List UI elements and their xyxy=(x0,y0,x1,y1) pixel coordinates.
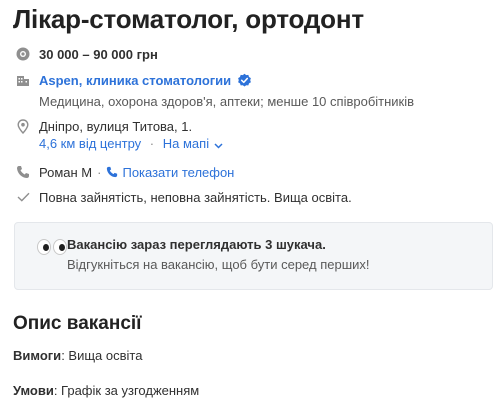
description-title: Опис вакансії xyxy=(13,313,142,334)
conditions-label: Умови xyxy=(13,383,54,398)
company-details: Медицина, охорона здоров'я, аптеки; менш… xyxy=(39,94,415,109)
viewers-notice: Вакансію зараз переглядають 3 шукача. Ві… xyxy=(14,222,493,290)
separator: · xyxy=(149,136,155,151)
building-icon xyxy=(15,72,31,88)
requirements-paragraph: Вимоги: Вища освіта xyxy=(13,348,142,363)
phone-icon xyxy=(15,164,31,180)
map-link-label: На мапі xyxy=(162,136,210,151)
map-link[interactable]: На мапі xyxy=(163,136,223,151)
show-phone-label: Показати телефон xyxy=(122,164,235,180)
separator: · xyxy=(97,164,102,180)
location-links: 4,6 км від центру · На мапі xyxy=(39,136,223,152)
salary-value: 30 000 – 90 000 грн xyxy=(39,46,158,62)
check-icon xyxy=(15,189,31,205)
employment-text: Повна зайнятість, неповна зайнятість. Ви… xyxy=(39,189,352,205)
show-phone-link[interactable]: Показати телефон xyxy=(106,165,234,180)
notice-title: Вакансію зараз переглядають 3 шукача. xyxy=(67,237,326,252)
distance-link[interactable]: 4,6 км від центру xyxy=(39,136,141,151)
eyes-icon xyxy=(37,239,69,255)
address-row: Дніпро, вулиця Титова, 1. xyxy=(15,118,192,134)
notice-text: Відгукніться на вакансію, щоб бути серед… xyxy=(67,257,370,272)
requirements-label: Вимоги xyxy=(13,348,62,363)
address-text: Дніпро, вулиця Титова, 1. xyxy=(39,118,193,134)
phone-icon xyxy=(106,166,118,178)
conditions-value: : Графік за узгодженням xyxy=(53,383,200,398)
salary-row: 30 000 – 90 000 грн xyxy=(15,46,158,62)
requirements-value: : Вища освіта xyxy=(61,348,143,363)
salary-icon xyxy=(15,46,31,62)
company-link[interactable]: Aspen, клиника стоматологии xyxy=(39,73,231,88)
page-title: Лікар-стоматолог, ортодонт xyxy=(13,4,364,34)
location-pin-icon xyxy=(15,118,31,134)
chevron-down-icon xyxy=(214,137,223,152)
employment-row: Повна зайнятість, неповна зайнятість. Ви… xyxy=(15,189,352,205)
contact-name: Роман М xyxy=(39,164,93,180)
conditions-paragraph: Умови: Графік за узгодженням xyxy=(13,383,199,398)
verified-icon xyxy=(237,73,252,88)
company-row: Aspen, клиника стоматологии xyxy=(15,72,252,88)
contact-row: Роман М · Показати телефон xyxy=(15,164,234,180)
